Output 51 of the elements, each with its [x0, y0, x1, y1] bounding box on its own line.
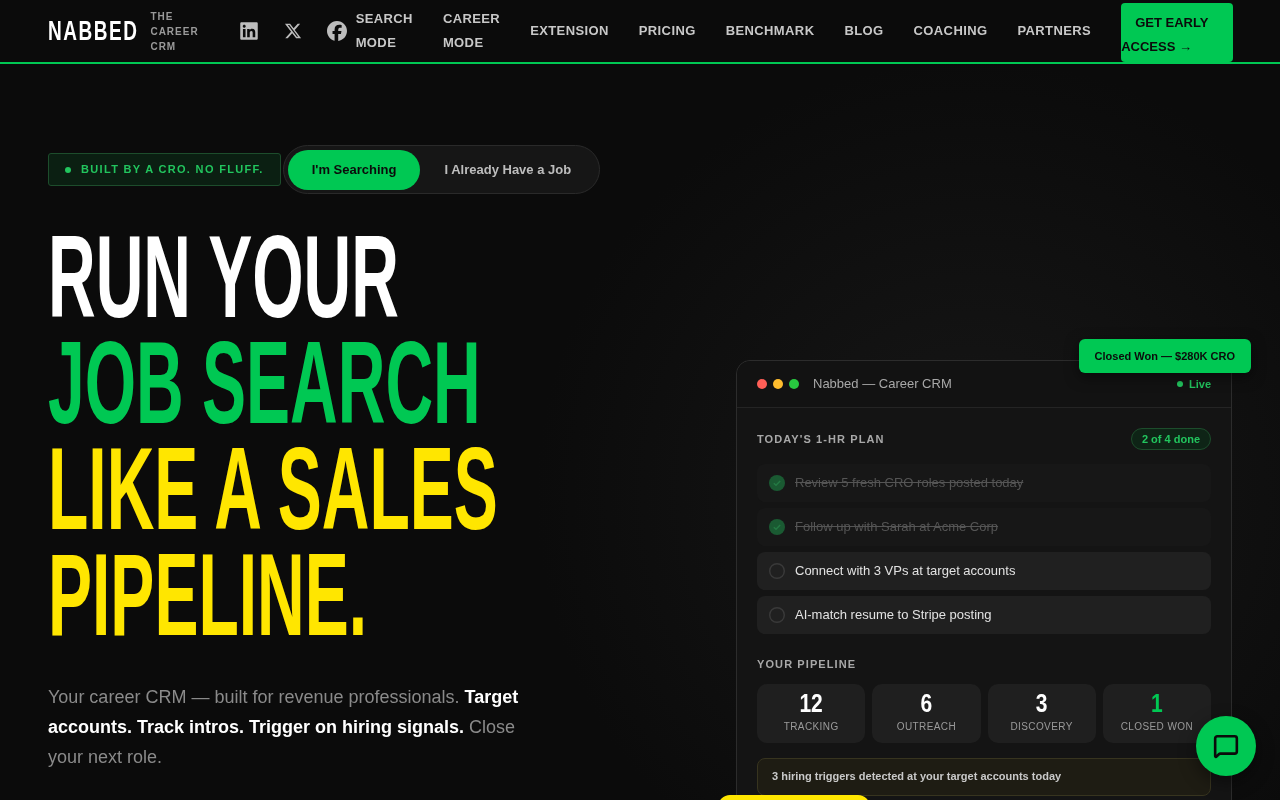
- live-status: Live: [1189, 376, 1211, 392]
- status-dot-icon: [65, 166, 71, 173]
- nav-link[interactable]: BLOG: [844, 19, 884, 43]
- maximize-dot-icon: [789, 379, 799, 389]
- chat-bubble-icon: [1213, 733, 1239, 759]
- stage-count: 3: [1035, 689, 1048, 717]
- headline-line: RUN YOUR: [48, 223, 399, 330]
- nav-link[interactable]: CAREER MODE: [442, 7, 501, 55]
- headline-line: JOB SEARCH: [48, 329, 481, 436]
- close-dot-icon: [757, 379, 767, 389]
- closed-won-badge: Closed Won — $280K CRO: [1078, 339, 1251, 373]
- badge-text: BUILT BY A CRO. NO FLUFF.: [81, 162, 264, 178]
- stage-count: 1: [1151, 689, 1163, 717]
- plan-heading: TODAY'S 1-HR PLAN: [757, 431, 885, 447]
- stage-label: TRACKING: [783, 720, 839, 734]
- chat-button[interactable]: [1196, 716, 1256, 776]
- minimize-dot-icon: [773, 379, 783, 389]
- checked-circle-icon[interactable]: [769, 519, 785, 535]
- task-text: Review 5 fresh CRO roles posted today: [795, 474, 1024, 493]
- task-text: AI-match resume to Stripe posting: [795, 606, 992, 625]
- task-text: Follow up with Sarah at Acme Corp: [795, 518, 999, 537]
- nav-link[interactable]: PARTNERS: [1017, 19, 1092, 43]
- checked-circle-icon[interactable]: [769, 475, 785, 491]
- progress-badge: 2 of 4 done: [1130, 428, 1211, 450]
- hero-subtitle: Your career CRM — built for revenue professionals. Target accounts. Track intros. Trigger on hiring signals. Close your next role.: [48, 686, 520, 769]
- linkedin-icon[interactable]: [238, 21, 259, 41]
- task-row[interactable]: Connect with 3 VPs at target accounts: [757, 552, 1211, 590]
- facebook-icon[interactable]: [326, 21, 347, 41]
- live-dot-icon: [1177, 381, 1183, 387]
- nav-link[interactable]: EXTENSION: [530, 19, 609, 43]
- get-access-button[interactable]: GET EARLY ACCESS →: [1121, 3, 1234, 62]
- stage-count: 12: [799, 689, 823, 717]
- nav-link[interactable]: BENCHMARK: [725, 19, 815, 43]
- stage-count: 6: [920, 689, 933, 717]
- logo-tagline: THE CAREER CRM: [150, 9, 199, 54]
- task-row[interactable]: AI-match resume to Stripe posting: [757, 596, 1211, 634]
- nav-link[interactable]: COACHING: [913, 19, 988, 43]
- mode-tab[interactable]: I Already Have a Job: [420, 149, 596, 190]
- pipeline-heading: YOUR PIPELINE: [757, 657, 858, 672]
- task-text: Connect with 3 VPs at target accounts: [795, 562, 1016, 581]
- stage-label: DISCOVERY: [1010, 720, 1073, 734]
- headline-line: LIKE A SALES PIPELINE.: [48, 435, 499, 648]
- x-logo-icon[interactable]: [283, 22, 302, 40]
- stage-label: CLOSED WON: [1120, 720, 1194, 734]
- stage-label: OUTREACH: [896, 720, 957, 734]
- trigger-alert: 3 hiring triggers detected at your target accounts today: [757, 757, 1211, 796]
- logo-wordmark[interactable]: NABBED: [48, 9, 139, 53]
- mode-tab[interactable]: I'm Searching: [287, 149, 421, 190]
- nav-link[interactable]: PRICING: [638, 19, 696, 43]
- window-title: Nabbed — Career CRM: [813, 375, 952, 394]
- nav-link[interactable]: SEARCH MODE: [355, 7, 413, 55]
